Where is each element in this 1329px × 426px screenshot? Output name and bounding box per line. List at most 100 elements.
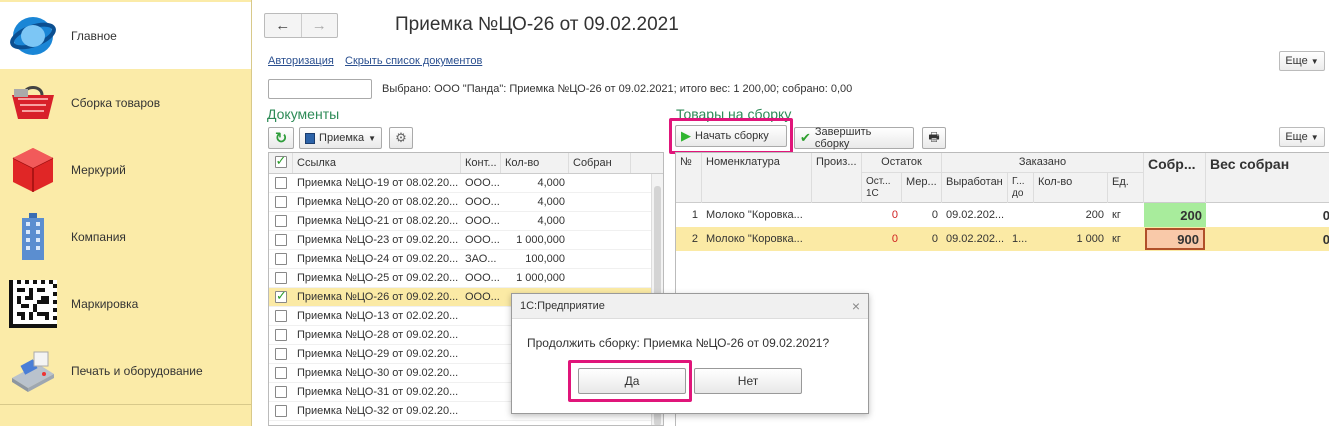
sidebar-item-print[interactable]: Печать и оборудование [0, 337, 251, 404]
hide-documents-link[interactable]: Скрыть список документов [345, 55, 482, 67]
nomenclature-cell: Молоко "Коровка... [706, 233, 803, 245]
document-link-cell: Приемка №ЦО-25 от 09.02.20... [297, 272, 459, 284]
document-type-dropdown[interactable]: Приемка ▼ [299, 127, 382, 149]
dialog-title: 1С:Предприятие [520, 300, 605, 312]
row-checkbox[interactable] [269, 253, 293, 265]
refresh-button[interactable]: ↻ [268, 127, 294, 149]
table-header: № Номенклатура Произ... Остаток Ост... 1… [676, 153, 1329, 203]
quantity-cell: 4,000 [537, 196, 565, 208]
column-header[interactable]: Собр... [1144, 153, 1206, 203]
unit-cell: кг [1112, 233, 1121, 245]
counterparty-cell: ООО... [465, 291, 500, 303]
stock-1c-cell: 0 [891, 233, 898, 245]
table-row[interactable]: 2 Молоко "Коровка... 0 0 09.02.202... 1.… [676, 227, 1329, 251]
printer-icon: 🖶 [928, 129, 940, 144]
row-checkbox[interactable] [269, 291, 293, 303]
column-group-header: Заказано [942, 153, 1144, 173]
more-button-label: Еще [1285, 55, 1308, 67]
nomenclature-cell: Молоко "Коровка... [706, 209, 803, 221]
table-row[interactable]: Приемка №ЦО-23 от 09.02.20... ООО... 1 000… [269, 231, 663, 250]
close-icon[interactable]: × [852, 298, 860, 314]
dropdown-arrow-icon: ▼ [1310, 56, 1319, 66]
collected-cell[interactable]: 200 [1144, 203, 1206, 227]
column-header[interactable]: Ост... 1С [862, 173, 902, 203]
refresh-icon: ↻ [274, 130, 288, 147]
column-group-header: Остаток [862, 153, 942, 173]
column-header[interactable]: Кол-во [1034, 173, 1108, 203]
document-link-cell: Приемка №ЦО-24 от 09.02.20... [297, 253, 459, 265]
stock-1c-cell: 0 [891, 209, 898, 221]
sidebar-item-marking[interactable]: Маркировка [0, 270, 251, 337]
collected-cell[interactable]: 900 [1145, 228, 1205, 250]
column-header[interactable]: Ед. [1108, 173, 1144, 203]
document-link-cell: Приемка №ЦО-28 от 09.02.20... [297, 329, 459, 341]
unit-cell: кг [1112, 209, 1121, 221]
row-checkbox[interactable] [269, 367, 293, 379]
quantity-cell: 1 000,000 [516, 234, 565, 246]
finish-assembly-button[interactable]: ✔ Завершить сборку [794, 126, 914, 150]
more-button-label: Еще [1285, 131, 1308, 143]
dropdown-arrow-icon: ▼ [368, 133, 376, 143]
more-button[interactable]: Еще ▼ [1279, 51, 1325, 71]
finish-assembly-label: Завершить сборку [814, 126, 872, 150]
row-checkbox[interactable] [269, 215, 293, 227]
column-header[interactable]: № [676, 153, 702, 203]
table-header: Ссылка Конт... Кол-во Собран [269, 153, 663, 174]
sidebar-item-label: Компания [71, 229, 126, 244]
sections-panel: Главное Сборка товаров Меркурий Компания… [0, 0, 252, 426]
row-checkbox[interactable] [269, 234, 293, 246]
column-header[interactable]: Мер... [902, 173, 942, 203]
table-row[interactable]: 1 Молоко "Коровка... 0 0 09.02.202... 20… [676, 203, 1329, 227]
no-button[interactable]: Нет [694, 368, 802, 394]
produced-cell: 09.02.202... [946, 233, 1005, 245]
row-checkbox[interactable] [269, 177, 293, 189]
row-checkbox[interactable] [269, 196, 293, 208]
column-header[interactable]: Собран [569, 153, 631, 173]
column-header[interactable]: Номенклатура [702, 153, 812, 203]
row-checkbox[interactable] [269, 329, 293, 341]
column-header[interactable]: Вес собран [1206, 153, 1329, 203]
sidebar-item-assembly[interactable]: Сборка товаров [0, 69, 251, 136]
ordered-qty-cell: 1 000 [1076, 233, 1104, 245]
forward-button[interactable]: → [300, 14, 338, 37]
produced-cell: 09.02.202... [946, 209, 1005, 221]
row-checkbox[interactable] [269, 386, 293, 398]
column-header[interactable]: Конт... [461, 153, 501, 173]
sidebar-item-company[interactable]: Компания [0, 203, 251, 270]
column-header[interactable]: Кол-во [501, 153, 569, 173]
sidebar-item-label: Маркировка [71, 296, 139, 311]
selection-info: Выбрано: ООО "Панда": Приемка №ЦО-26 от … [382, 83, 853, 95]
arrow-right-icon: → [311, 17, 327, 34]
table-row[interactable]: Приемка №ЦО-24 от 09.02.20... ЗАО... 100,0… [269, 250, 663, 269]
document-link-cell: Приемка №ЦО-29 от 09.02.20... [297, 348, 459, 360]
stock-mercury-cell: 0 [931, 233, 938, 245]
print-button[interactable]: 🖶 [922, 127, 946, 149]
back-button[interactable]: ← [265, 14, 301, 37]
settings-button[interactable]: ⚙ [389, 127, 413, 149]
row-checkbox[interactable] [269, 310, 293, 322]
table-row[interactable]: Приемка №ЦО-20 от 08.02.20... ООО... 4,000 [269, 193, 663, 212]
filter-input[interactable] [268, 79, 372, 99]
auth-link[interactable]: Авторизация [268, 55, 334, 67]
stock-mercury-cell: 0 [931, 209, 938, 221]
pos-terminal-icon [8, 346, 58, 396]
column-header[interactable]: Произ... [812, 153, 862, 203]
column-header[interactable]: Ссылка [293, 153, 461, 173]
counterparty-cell: ООО... [465, 215, 500, 227]
dialog-title-bar: 1С:Предприятие × [512, 294, 868, 319]
table-row[interactable]: Приемка №ЦО-19 от 08.02.20... ООО... 4,000 [269, 174, 663, 193]
row-number: 2 [691, 233, 698, 245]
row-checkbox[interactable] [269, 348, 293, 360]
basket-icon [8, 78, 58, 128]
column-header[interactable]: Выработан [942, 173, 1008, 203]
sidebar-item-mercury[interactable]: Меркурий [0, 136, 251, 203]
column-header[interactable]: Г... до [1008, 173, 1034, 203]
row-checkbox[interactable] [269, 405, 293, 417]
table-row[interactable]: Приемка №ЦО-21 от 08.02.20... ООО... 4,000 [269, 212, 663, 231]
mark-all-icon[interactable] [269, 153, 293, 173]
document-icon [305, 132, 316, 144]
table-row[interactable]: Приемка №ЦО-25 от 09.02.20... ООО... 1 000… [269, 269, 663, 288]
row-checkbox[interactable] [269, 272, 293, 284]
goods-more-button[interactable]: Еще ▼ [1279, 127, 1325, 147]
sidebar-item-main[interactable]: Главное [0, 2, 251, 69]
